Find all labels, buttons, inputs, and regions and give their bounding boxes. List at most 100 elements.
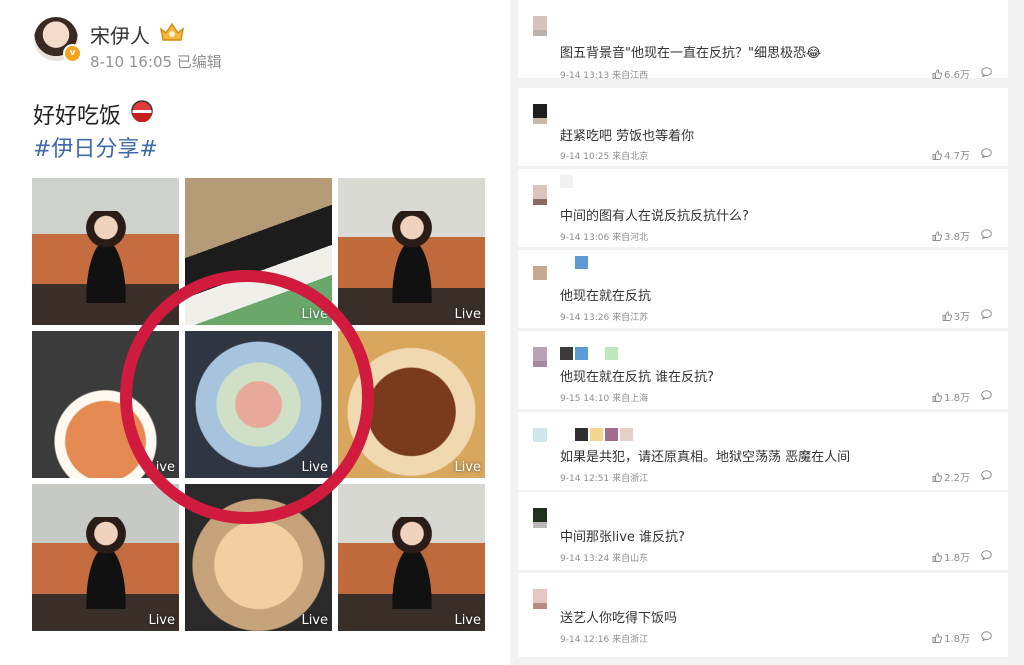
commenter-avatar[interactable] — [533, 185, 547, 199]
like-count-value: 3.8万 — [944, 232, 970, 243]
like-count-value: 1.8万 — [944, 393, 970, 404]
live-badge: Live — [454, 613, 481, 628]
comment-text: 赶紧吃吧 劳饭也等着你 — [560, 129, 695, 144]
weibo-post: v 宋伊人 8-10 16:05 已编辑 好好吃饭 #伊日分享# Live Li… — [0, 0, 510, 665]
comment-text: 他现在就在反抗 谁在反抗? — [560, 370, 715, 385]
person-figure — [381, 517, 442, 609]
comment-text: 中间那张live 谁反抗? — [560, 530, 685, 545]
crown-badge-icon — [159, 22, 185, 41]
photo-5[interactable]: Live — [185, 331, 332, 478]
thumb-up-icon — [932, 392, 943, 402]
reply-bubble-icon[interactable] — [981, 309, 992, 319]
comment-item: 中间的图有人在说反抗反抗什么? 9-14 13:06 来自河北 3.8万 — [518, 169, 1008, 247]
photo-6[interactable]: Live — [338, 331, 485, 478]
comment-item: 送艺人你吃得下饭吗 9-14 12:16 来自浙江 1.8万 — [518, 573, 1008, 657]
comment-meta: 9-14 13:26 来自江苏 — [560, 313, 649, 323]
comment-meta: 9-14 10:25 来自北京 — [560, 152, 649, 162]
photo-9[interactable]: Live — [338, 484, 485, 631]
commenter-avatar-lower — [533, 199, 547, 205]
like-count-value: 1.8万 — [944, 553, 970, 564]
comment-item: 他现在就在反抗 谁在反抗? 9-15 14:10 来自上海 1.8万 — [518, 331, 1008, 409]
like-count[interactable]: 1.8万 — [932, 630, 970, 645]
photo-4[interactable]: Live — [32, 331, 179, 478]
post-timestamp: 8-10 16:05 已编辑 — [90, 53, 222, 71]
author-avatar[interactable]: v — [34, 17, 82, 63]
photo-3[interactable]: Live — [338, 178, 485, 325]
reply-bubble-icon[interactable] — [981, 229, 992, 239]
commenter-name-blur — [560, 254, 590, 269]
photo-1[interactable] — [32, 178, 179, 325]
commenter-avatar[interactable] — [533, 347, 547, 361]
reply-bubble-icon[interactable] — [981, 550, 992, 560]
commenter-avatar-lower — [533, 361, 547, 367]
commenter-avatar-lower — [533, 603, 547, 609]
commenter-avatar[interactable] — [533, 16, 547, 30]
live-badge: Live — [148, 613, 175, 628]
post-text: 好好吃饭 — [33, 104, 122, 129]
comment-text: 如果是共犯，请还原真相。地狱空荡荡 恶魔在人间 — [560, 450, 851, 465]
post-hashtag[interactable]: #伊日分享# — [33, 131, 158, 163]
commenter-avatar[interactable] — [533, 266, 547, 280]
commenter-avatar[interactable] — [533, 104, 547, 118]
comment-text: 图五背景音"他现在一直在反抗？"细思极恐😂 — [560, 46, 822, 61]
verified-badge-icon: v — [63, 44, 82, 63]
commenter-avatar[interactable] — [533, 428, 547, 442]
like-count[interactable]: 6.6万 — [932, 66, 970, 81]
thumb-up-icon — [942, 311, 952, 321]
like-count[interactable]: 3.8万 — [932, 228, 970, 243]
commenter-name-blur — [560, 173, 575, 188]
thumb-up-icon — [932, 150, 943, 160]
author-name[interactable]: 宋伊人 — [90, 20, 150, 49]
reply-bubble-icon[interactable] — [981, 470, 992, 480]
person-figure — [75, 211, 136, 303]
commenter-name-blur — [560, 345, 620, 360]
commenter-avatar[interactable] — [533, 589, 547, 603]
commenter-avatar[interactable] — [533, 508, 547, 522]
comment-meta: 9-14 13:13 来自江西 — [560, 71, 649, 81]
like-count[interactable]: 3万 — [942, 308, 970, 323]
comment-item: 图五背景音"他现在一直在反抗？"细思极恐😂 9-14 13:13 来自江西 6.… — [518, 0, 1008, 81]
live-badge: Live — [301, 613, 328, 628]
thumb-up-icon — [932, 552, 943, 562]
comment-text: 他现在就在反抗 — [560, 289, 652, 304]
live-badge: Live — [454, 460, 481, 475]
comment-meta: 9-14 13:06 来自河北 — [560, 233, 649, 243]
reply-bubble-icon[interactable] — [981, 67, 992, 77]
commenter-avatar-lower — [533, 118, 547, 124]
person-figure — [75, 517, 136, 609]
like-count-value: 1.8万 — [944, 634, 970, 645]
comment-meta: 9-15 14:10 来自上海 — [560, 394, 649, 404]
like-count[interactable]: 1.8万 — [932, 389, 970, 404]
photo-8[interactable]: Live — [185, 484, 332, 631]
reply-bubble-icon[interactable] — [981, 390, 992, 400]
photo-2[interactable]: Live — [185, 178, 332, 325]
comment-text: 送艺人你吃得下饭吗 — [560, 611, 678, 626]
thumb-up-icon — [932, 69, 943, 79]
photo-7[interactable]: Live — [32, 484, 179, 631]
comment-list: 图五背景音"他现在一直在反抗？"细思极恐😂 9-14 13:13 来自江西 6.… — [518, 0, 1024, 665]
rice-bowl-emoji-icon — [131, 100, 153, 122]
live-badge: Live — [301, 460, 328, 475]
thumb-up-icon — [932, 472, 943, 482]
like-count-value: 4.7万 — [944, 151, 970, 162]
reply-bubble-icon[interactable] — [981, 148, 992, 158]
comment-item: 中间那张live 谁反抗? 9-14 13:24 来自山东 1.8万 — [518, 492, 1008, 570]
comment-item: 他现在就在反抗 9-14 13:26 来自江苏 3万 — [518, 250, 1008, 328]
like-count-value: 3万 — [953, 312, 970, 323]
comment-item: 如果是共犯，请还原真相。地狱空荡荡 恶魔在人间 9-14 12:51 来自浙江 … — [518, 412, 1008, 490]
like-count[interactable]: 1.8万 — [932, 549, 970, 564]
comment-meta: 9-14 12:51 来自浙江 — [560, 474, 649, 484]
like-count[interactable]: 4.7万 — [932, 147, 970, 162]
commenter-name-blur — [560, 426, 635, 441]
like-count[interactable]: 2.2万 — [932, 469, 970, 484]
live-badge: Live — [454, 307, 481, 322]
live-badge: Live — [148, 460, 175, 475]
comment-meta: 9-14 13:24 来自山东 — [560, 554, 649, 564]
comment-meta: 9-14 12:16 来自浙江 — [560, 635, 649, 645]
like-count-value: 6.6万 — [944, 70, 970, 81]
comment-text: 中间的图有人在说反抗反抗什么? — [560, 209, 749, 224]
reply-bubble-icon[interactable] — [981, 631, 992, 641]
thumb-up-icon — [932, 633, 943, 643]
person-figure — [381, 211, 442, 303]
comment-item: 赶紧吃吧 劳饭也等着你 9-14 10:25 来自北京 4.7万 — [518, 88, 1008, 166]
